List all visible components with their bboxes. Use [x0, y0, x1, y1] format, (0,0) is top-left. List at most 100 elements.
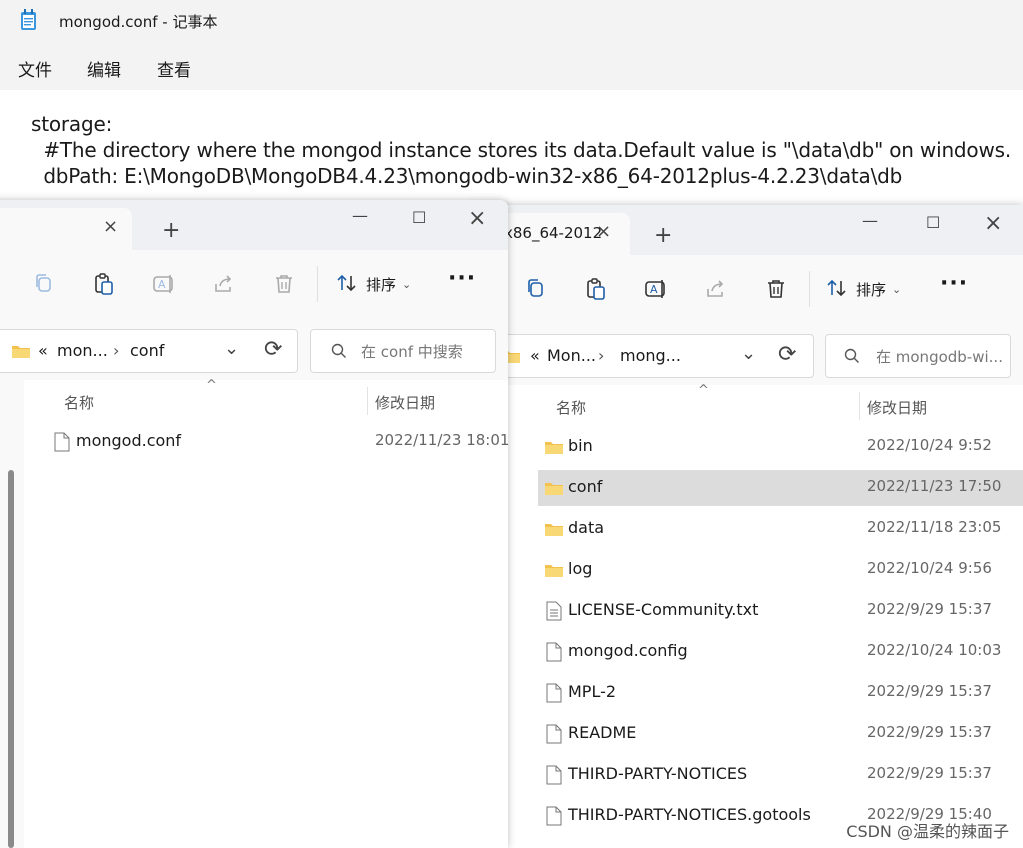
folder-icon	[545, 524, 563, 536]
file-row[interactable]: mongod.config 2022/10/24 10:03	[538, 634, 1023, 670]
breadcrumb-item[interactable]: mon...	[57, 341, 108, 360]
command-bar: A 排序 ⌄ ···	[470, 255, 1023, 326]
file-name: data	[568, 518, 605, 537]
file-name: LICENSE-Community.txt	[568, 600, 759, 619]
chevron-down-icon[interactable]: ⌄	[224, 338, 239, 359]
breadcrumb-item[interactable]: conf	[130, 341, 164, 360]
file-date: 2022/10/24 9:52	[867, 436, 992, 454]
rename-icon[interactable]: A	[152, 272, 176, 296]
address-row: « Mon... › mong... ⌄ ⟳ 在 mongodb-wi...	[470, 325, 1023, 385]
menu-view[interactable]: 查看	[157, 56, 191, 81]
paste-icon[interactable]	[92, 272, 116, 296]
refresh-icon[interactable]: ⟳	[778, 342, 796, 367]
breadcrumb-item[interactable]: mong...	[620, 346, 681, 365]
maximize-icon[interactable]: ☐	[412, 208, 426, 227]
file-name: bin	[568, 436, 593, 455]
sort-ascending-icon: ^	[206, 378, 217, 393]
maximize-icon[interactable]: ☐	[926, 213, 940, 232]
folder-icon	[545, 483, 563, 495]
search-box[interactable]: 在 mongodb-wi...	[825, 334, 1011, 378]
text-line: dbPath: E:\MongoDB\MongoDB4.4.23\mongodb…	[31, 164, 903, 188]
tab-active[interactable]: ×	[0, 208, 132, 250]
sort-label: 排序	[856, 281, 887, 299]
file-date: 2022/9/29 15:37	[867, 764, 992, 782]
explorer-window-conf: × + — ☐ × A 排序 ⌄ ··· « mon... › conf ⌄ ⟳	[0, 200, 508, 848]
refresh-icon[interactable]: ⟳	[264, 337, 282, 362]
text-line: storage:	[31, 112, 113, 136]
file-name: README	[568, 723, 637, 742]
paste-icon[interactable]	[584, 277, 608, 301]
column-header-name[interactable]: 名称	[556, 397, 586, 418]
share-icon[interactable]	[704, 277, 728, 301]
close-window-icon[interactable]: ×	[468, 206, 486, 231]
breadcrumb-item[interactable]: Mon...	[547, 346, 596, 365]
file-date: 2022/11/23 17:50	[867, 477, 1002, 495]
file-row[interactable]: data 2022/11/18 23:05	[538, 511, 1023, 547]
column-header-name[interactable]: 名称	[64, 392, 94, 413]
delete-icon[interactable]	[764, 277, 788, 301]
close-tab-icon[interactable]: ×	[103, 216, 118, 237]
file-name: mongod.conf	[76, 431, 182, 450]
file-row[interactable]: bin 2022/10/24 9:52	[538, 429, 1023, 465]
notepad-titlebar: mongod.conf - 记事本	[0, 0, 1023, 42]
address-row: « mon... › conf ⌄ ⟳ 在 conf 中搜索	[0, 320, 508, 380]
text-file-icon	[546, 601, 562, 621]
column-header-date[interactable]: 修改日期	[375, 392, 435, 413]
file-icon	[54, 432, 70, 452]
file-date: 2022/9/29 15:37	[867, 600, 992, 618]
file-name: log	[568, 559, 593, 578]
file-date: 2022/9/29 15:37	[867, 682, 992, 700]
sort-button[interactable]: 排序 ⌄	[336, 250, 426, 320]
file-row[interactable]: MPL-2 2022/9/29 15:37	[538, 675, 1023, 711]
chevron-right-icon: ›	[113, 341, 120, 360]
delete-icon[interactable]	[272, 272, 296, 296]
scrollbar-thumb[interactable]	[8, 470, 14, 848]
new-tab-icon[interactable]: +	[654, 223, 672, 248]
file-row[interactable]: mongod.conf 2022/11/23 18:01	[46, 424, 508, 460]
file-row[interactable]: LICENSE-Community.txt 2022/9/29 15:37	[538, 593, 1023, 629]
navigation-pane	[0, 380, 24, 848]
address-bar[interactable]: « mon... › conf ⌄	[0, 329, 298, 373]
folder-icon	[545, 565, 563, 577]
address-bar[interactable]: « Mon... › mong... ⌄	[470, 334, 814, 378]
file-date: 2022/10/24 10:03	[867, 641, 1002, 659]
chevron-right-icon: ›	[598, 346, 605, 365]
sort-ascending-icon: ^	[698, 383, 709, 398]
file-row[interactable]: README 2022/9/29 15:37	[538, 716, 1023, 752]
chevron-down-icon[interactable]: ⌄	[741, 343, 756, 364]
new-tab-icon[interactable]: +	[162, 218, 180, 243]
file-row[interactable]: THIRD-PARTY-NOTICES 2022/9/29 15:37	[538, 757, 1023, 793]
file-date: 2022/11/18 23:05	[867, 518, 1002, 536]
menu-edit[interactable]: 编辑	[87, 56, 121, 81]
minimize-icon[interactable]: —	[862, 211, 878, 230]
copy-icon[interactable]	[32, 272, 56, 296]
more-options-icon[interactable]: ···	[448, 266, 476, 291]
sort-label: 排序	[366, 276, 397, 294]
explorer-window-mongodb: x86_64-2012 × + — ☐ × A 排序 ⌄ ··· « Mon..…	[470, 205, 1023, 848]
share-icon[interactable]	[212, 272, 236, 296]
sort-button[interactable]: 排序 ⌄	[826, 255, 916, 325]
search-icon	[844, 348, 859, 363]
close-window-icon[interactable]: ×	[984, 211, 1002, 236]
column-separator	[859, 392, 860, 420]
search-placeholder: 在 mongodb-wi...	[876, 348, 1003, 366]
search-box[interactable]: 在 conf 中搜索	[310, 329, 496, 373]
file-row[interactable]: log 2022/10/24 9:56	[538, 552, 1023, 588]
breadcrumb-overflow[interactable]: «	[530, 346, 540, 365]
copy-icon[interactable]	[524, 277, 548, 301]
breadcrumb-overflow[interactable]: «	[38, 341, 48, 360]
rename-icon[interactable]: A	[644, 277, 668, 301]
chevron-down-icon: ⌄	[892, 283, 902, 296]
menu-file[interactable]: 文件	[18, 56, 52, 81]
chevron-down-icon: ⌄	[402, 278, 412, 291]
folder-icon	[12, 346, 30, 358]
file-icon	[546, 642, 562, 662]
search-placeholder: 在 conf 中搜索	[361, 343, 463, 361]
file-row[interactable]: conf 2022/11/23 17:50	[538, 470, 1023, 506]
minimize-icon[interactable]: —	[352, 206, 368, 225]
column-header-date[interactable]: 修改日期	[867, 397, 927, 418]
close-tab-icon[interactable]: ×	[596, 221, 611, 242]
command-bar: A 排序 ⌄ ···	[0, 250, 508, 321]
file-icon	[546, 724, 562, 744]
more-options-icon[interactable]: ···	[940, 271, 968, 296]
